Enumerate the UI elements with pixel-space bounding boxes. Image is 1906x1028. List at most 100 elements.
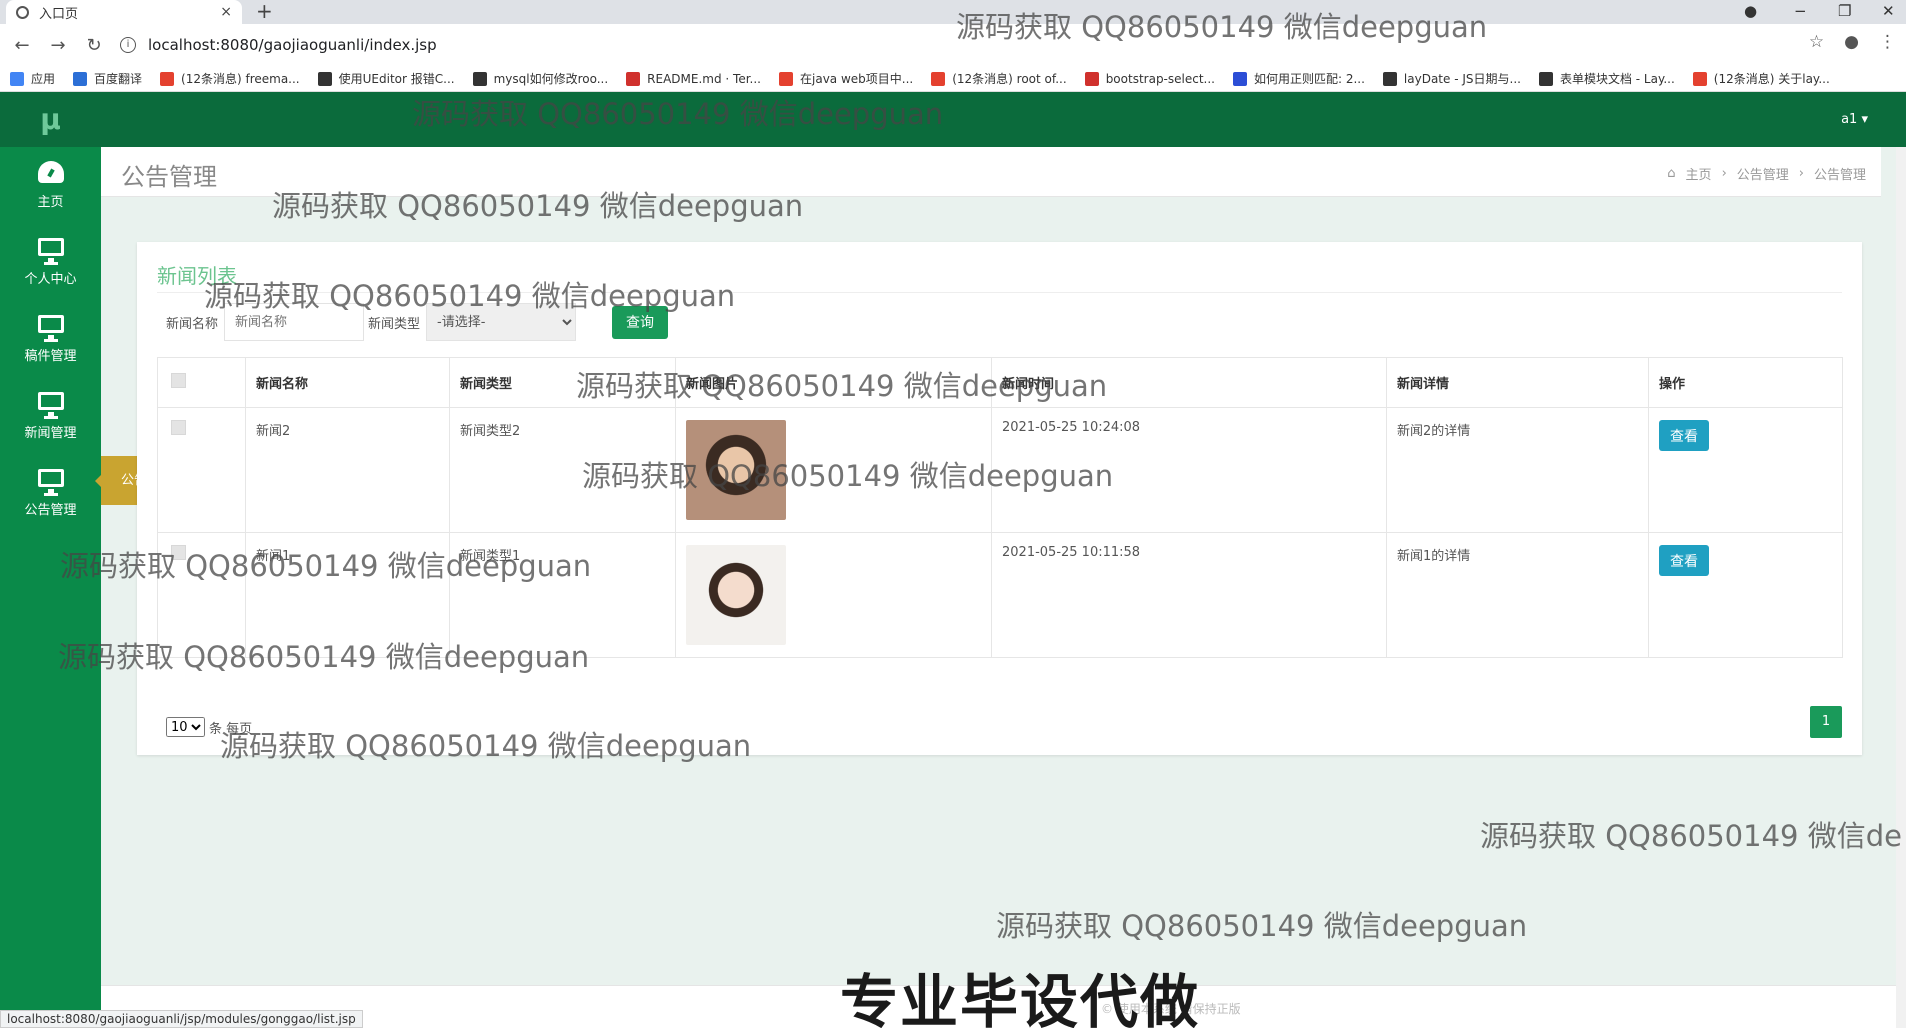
menu-icon[interactable]: ⋮ <box>1879 32 1896 52</box>
row-select-cell <box>157 407 246 533</box>
sidebar-item-label: 新闻管理 <box>24 426 77 441</box>
reload-icon[interactable]: ↻ <box>80 35 108 56</box>
bookmark-item[interactable]: (12条消息) root of... <box>931 70 1067 87</box>
forward-icon[interactable]: → <box>44 35 72 56</box>
bookmark-item[interactable]: bootstrap-select... <box>1084 71 1215 86</box>
browser-tab-bar: 入口页 × + ● − ❐ ✕ <box>0 0 1906 24</box>
monitor-icon <box>37 392 64 419</box>
select-all-cell <box>157 357 246 408</box>
bookmark-favicon-icon <box>1084 71 1099 86</box>
user-menu[interactable]: a1 ▾ <box>1841 92 1868 147</box>
bookmark-item[interactable]: 百度翻译 <box>73 70 142 87</box>
bookmark-favicon-icon <box>779 71 793 86</box>
cell-time: 2021-05-25 10:11:58 <box>991 532 1387 658</box>
promo-banner: 专业毕设代做 <box>840 968 1201 1028</box>
tab-close-icon[interactable]: × <box>220 4 232 20</box>
monitor-icon <box>37 238 64 265</box>
bookmark-label: mysql如何修改roo... <box>493 72 609 86</box>
col-time: 新闻时间 <box>991 357 1387 408</box>
bookmark-item[interactable]: 应用 <box>10 70 55 87</box>
divider <box>157 292 1842 293</box>
col-actions: 操作 <box>1648 357 1843 408</box>
bookmark-item[interactable]: README.md · Ter... <box>626 71 761 86</box>
breadcrumb: ⌂ 主页 › 公告管理 › 公告管理 <box>1667 164 1866 183</box>
page-button-current[interactable]: 1 <box>1810 706 1842 738</box>
apps-icon <box>10 71 24 86</box>
card-title: 新闻列表 <box>157 264 237 288</box>
bookmark-item[interactable]: 表单模块文档 - Lay... <box>1538 70 1675 87</box>
view-button[interactable]: 查看 <box>1659 420 1709 451</box>
row-checkbox[interactable] <box>171 420 186 435</box>
back-icon[interactable]: ← <box>8 35 36 56</box>
status-bar-url: localhost:8080/gaojiaoguanli/jsp/modules… <box>0 1010 363 1028</box>
url-text: localhost:8080/gaojiaoguanli/index.jsp <box>148 36 437 54</box>
new-tab-button[interactable]: + <box>256 0 273 24</box>
row-checkbox[interactable] <box>171 545 186 560</box>
bookmark-item[interactable]: mysql如何修改roo... <box>472 70 609 87</box>
bookmark-label: 应用 <box>31 72 56 86</box>
url-field[interactable]: i localhost:8080/gaojiaoguanli/index.jsp <box>120 30 1800 60</box>
home-icon: ⌂ <box>1667 166 1676 181</box>
account-icon[interactable]: ● <box>1844 32 1859 52</box>
page-size-select[interactable]: 10 <box>166 717 205 737</box>
bookmark-label: bootstrap-select... <box>1105 71 1215 86</box>
page-title: 公告管理 <box>121 163 217 191</box>
breadcrumb-section[interactable]: 公告管理 <box>1737 164 1789 183</box>
bookmark-item[interactable]: 使用UEditor 报错C... <box>317 70 455 87</box>
close-window-button[interactable]: ✕ <box>1882 0 1895 24</box>
select-all-checkbox[interactable] <box>171 373 186 388</box>
table-row: 新闻1 新闻类型1 2021-05-25 10:11:58 新闻1的详情 查看 <box>157 532 1843 658</box>
cell-detail: 新闻2的详情 <box>1386 407 1649 533</box>
cell-type: 新闻类型2 <box>449 407 676 533</box>
breadcrumb-home[interactable]: 主页 <box>1686 164 1712 183</box>
bookmark-favicon-icon <box>317 71 332 86</box>
sidebar-item-label: 个人中心 <box>24 272 77 287</box>
monitor-icon <box>37 315 64 342</box>
sidebar-item-announcements[interactable]: 公告管理 <box>0 455 101 532</box>
page-size-label: 条 每页 <box>209 721 253 737</box>
sidebar-item-profile[interactable]: 个人中心 <box>0 224 101 301</box>
star-icon[interactable]: ☆ <box>1809 32 1824 52</box>
address-bar: ← → ↻ i localhost:8080/gaojiaoguanli/ind… <box>0 24 1906 66</box>
bookmark-favicon-icon <box>1538 71 1553 86</box>
cell-actions: 查看 <box>1648 407 1843 533</box>
news-thumbnail <box>686 420 786 520</box>
page-size-control: 10 条 每页 <box>166 717 252 737</box>
bookmarks-bar: 应用 百度翻译 (12条消息) freema... 使用UEditor 报错C... m… <box>0 66 1906 92</box>
sidebar-item-label: 主页 <box>37 195 64 210</box>
name-label: 新闻名称 <box>166 316 219 332</box>
news-thumbnail <box>686 545 786 645</box>
bookmark-item[interactable]: 如何用正则匹配: 2... <box>1232 70 1365 87</box>
profile-dot-icon[interactable]: ● <box>1744 0 1757 24</box>
browser-right-icons: ☆ ● ⋮ <box>1809 32 1896 52</box>
bookmark-favicon-icon <box>626 71 641 86</box>
sidebar-item-manuscripts[interactable]: 稿件管理 <box>0 301 101 378</box>
bookmark-item[interactable]: (12条消息) freema... <box>160 70 300 87</box>
query-button[interactable]: 查询 <box>612 305 669 339</box>
bookmark-label: 表单模块文档 - Lay... <box>1559 72 1675 86</box>
bookmark-label: layDate - JS日期与... <box>1403 72 1521 86</box>
minimize-button[interactable]: − <box>1794 0 1807 24</box>
bookmark-item[interactable]: (12条消息) 关于lay... <box>1692 70 1830 87</box>
dashboard-icon <box>37 161 64 183</box>
news-type-select[interactable]: -请选择- <box>426 303 577 341</box>
globe-icon <box>16 5 29 19</box>
sidebar-item-home[interactable]: 主页 <box>0 147 101 224</box>
info-icon[interactable]: i <box>120 37 136 53</box>
sidebar-item-news[interactable]: 新闻管理 <box>0 378 101 455</box>
news-table: 新闻名称 新闻类型 新闻图片 新闻时间 新闻详情 操作 新闻2 新闻类型2 20… <box>157 357 1843 658</box>
bookmark-favicon-icon <box>1382 71 1397 86</box>
breadcrumb-separator: › <box>1721 166 1727 181</box>
maximize-button[interactable]: ❐ <box>1838 0 1851 24</box>
cell-image <box>675 532 992 658</box>
scrollbar[interactable] <box>1896 147 1906 1028</box>
table-row: 新闻2 新闻类型2 2021-05-25 10:24:08 新闻2的详情 查看 <box>157 407 1843 533</box>
breadcrumb-separator: › <box>1798 166 1804 181</box>
bookmark-item[interactable]: layDate - JS日期与... <box>1382 70 1521 87</box>
sidebar-item-label: 稿件管理 <box>24 349 77 364</box>
browser-tab[interactable]: 入口页 × <box>6 0 242 24</box>
cell-time: 2021-05-25 10:24:08 <box>991 407 1387 533</box>
news-name-input[interactable] <box>224 303 365 341</box>
view-button[interactable]: 查看 <box>1659 545 1709 576</box>
bookmark-item[interactable]: 在java web项目中... <box>779 70 913 87</box>
